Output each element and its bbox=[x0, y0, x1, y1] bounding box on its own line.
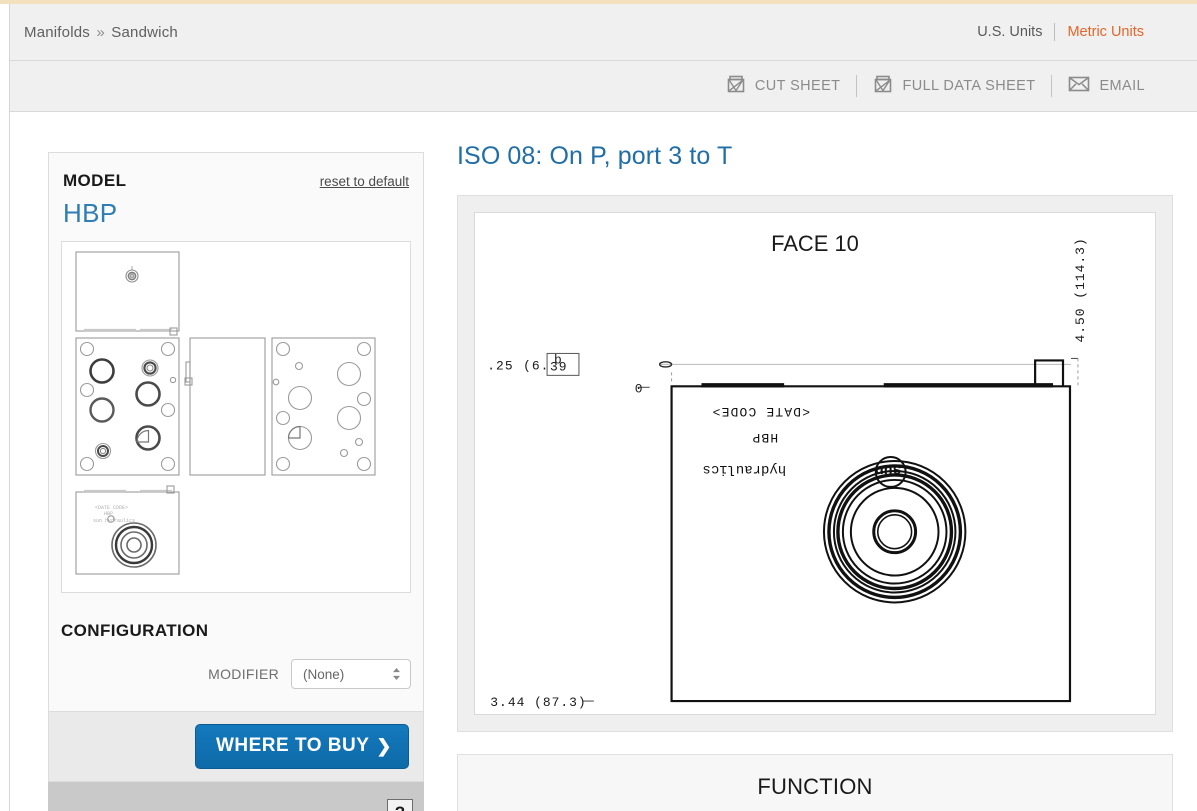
cut-sheet-icon bbox=[726, 74, 746, 98]
envelope-icon bbox=[1068, 75, 1090, 97]
svg-text:sun hydraulics: sun hydraulics bbox=[93, 518, 135, 524]
model-thumbnail[interactable]: <DATE CODE> HBP sun hydraulics bbox=[61, 241, 411, 593]
model-header: MODEL reset to default bbox=[61, 171, 411, 191]
dimension-top-left-open-paren: (6. bbox=[523, 358, 549, 373]
stamp-date-code: <DATE CODE> bbox=[711, 404, 810, 419]
sun-logo-icon: sun bbox=[875, 456, 907, 488]
us-units-link[interactable]: U.S. Units bbox=[977, 24, 1042, 40]
unit-divider bbox=[1054, 23, 1056, 41]
face-label: FACE 10 bbox=[771, 231, 859, 256]
data-sheet-icon bbox=[873, 74, 893, 98]
stamp-brand-text: hydraulics bbox=[702, 461, 786, 477]
model-panel: MODEL reset to default HBP <DATE CODE> H… bbox=[48, 152, 424, 605]
action-toolbar: CUT SHEET FULL DATA SHEET EMAIL bbox=[10, 61, 1197, 112]
model-name: HBP bbox=[63, 198, 118, 228]
breadcrumb-separator: » bbox=[96, 23, 105, 41]
stamped-text-block: <DATE CODE> bbox=[711, 404, 810, 419]
dimension-top-left-overlap: b bbox=[554, 352, 563, 367]
modifier-row: MODIFIER (None) bbox=[61, 659, 411, 689]
dimension-top-left-inch: .25 bbox=[487, 358, 513, 373]
cut-sheet-button[interactable]: CUT SHEET bbox=[710, 74, 857, 98]
left-rail bbox=[0, 4, 10, 811]
breadcrumb-item-manifolds[interactable]: Manifolds bbox=[24, 24, 90, 41]
thumbnail-stamp-text: <DATE CODE> HBP sun hydraulics bbox=[93, 505, 135, 524]
function-panel: FUNCTION bbox=[457, 754, 1173, 811]
drawing-panel: FACE 10 .25 (6. 39 b 0 4.50 (114.3) 3.44… bbox=[457, 195, 1173, 732]
unit-toggle: U.S. Units Metric Units bbox=[977, 23, 1144, 41]
email-button[interactable]: EMAIL bbox=[1052, 75, 1161, 97]
sidebar: MODEL reset to default HBP <DATE CODE> H… bbox=[48, 152, 424, 811]
svg-text:HBP: HBP bbox=[104, 511, 113, 517]
modifier-value: (None) bbox=[303, 666, 345, 682]
modifier-label: MODIFIER bbox=[208, 666, 279, 682]
modifier-select[interactable]: (None) bbox=[291, 659, 411, 689]
configuration-panel: CONFIGURATION MODIFIER (None) bbox=[48, 605, 424, 712]
buy-panel: WHERE TO BUY ❯ bbox=[48, 712, 424, 782]
svg-text:sun: sun bbox=[875, 461, 902, 477]
drawing-canvas[interactable]: FACE 10 .25 (6. 39 b 0 4.50 (114.3) 3.44… bbox=[474, 212, 1156, 715]
face-10-engineering-drawing: FACE 10 .25 (6. 39 b 0 4.50 (114.3) 3.44… bbox=[487, 231, 1088, 710]
cut-sheet-label: CUT SHEET bbox=[754, 78, 841, 94]
page-root: Manifolds » Sandwich U.S. Units Metric U… bbox=[0, 0, 1197, 811]
dimension-datum-zero: 0 bbox=[635, 381, 643, 396]
metric-units-link[interactable]: Metric Units bbox=[1067, 24, 1144, 40]
configuration-heading: CONFIGURATION bbox=[61, 621, 209, 640]
where-to-buy-button[interactable]: WHERE TO BUY ❯ bbox=[194, 724, 409, 769]
main-column: ISO 08: On P, port 3 to T FACE 10 .25 (6… bbox=[457, 142, 1173, 811]
action-items: CUT SHEET FULL DATA SHEET EMAIL bbox=[710, 74, 1161, 98]
model-heading: MODEL bbox=[63, 171, 127, 190]
dimension-right-vertical: 4.50 (114.3) bbox=[1073, 237, 1088, 342]
sidebar-footer: ? bbox=[48, 782, 424, 811]
content-area: MODEL reset to default HBP <DATE CODE> H… bbox=[10, 112, 1197, 811]
breadcrumb-item-sandwich[interactable]: Sandwich bbox=[111, 24, 178, 41]
function-heading: FUNCTION bbox=[757, 774, 873, 799]
full-data-sheet-button[interactable]: FULL DATA SHEET bbox=[857, 74, 1051, 98]
manifold-unfolded-views-svg: <DATE CODE> HBP sun hydraulics bbox=[75, 251, 376, 575]
breadcrumb-bar: Manifolds » Sandwich U.S. Units Metric U… bbox=[10, 4, 1197, 61]
page-title: ISO 08: On P, port 3 to T bbox=[457, 142, 733, 170]
select-stepper-icon bbox=[392, 668, 401, 681]
help-button[interactable]: ? bbox=[387, 799, 413, 811]
full-data-sheet-label: FULL DATA SHEET bbox=[902, 78, 1036, 94]
where-to-buy-label: WHERE TO BUY bbox=[215, 735, 370, 756]
chevron-right-icon: ❯ bbox=[376, 735, 392, 756]
reset-to-default-link[interactable]: reset to default bbox=[320, 174, 409, 189]
email-label: EMAIL bbox=[1099, 78, 1145, 94]
breadcrumb[interactable]: Manifolds » Sandwich bbox=[24, 24, 178, 41]
dimension-bottom-left: 3.44 (87.3) bbox=[490, 695, 586, 710]
stamp-model: HBP bbox=[751, 430, 778, 445]
